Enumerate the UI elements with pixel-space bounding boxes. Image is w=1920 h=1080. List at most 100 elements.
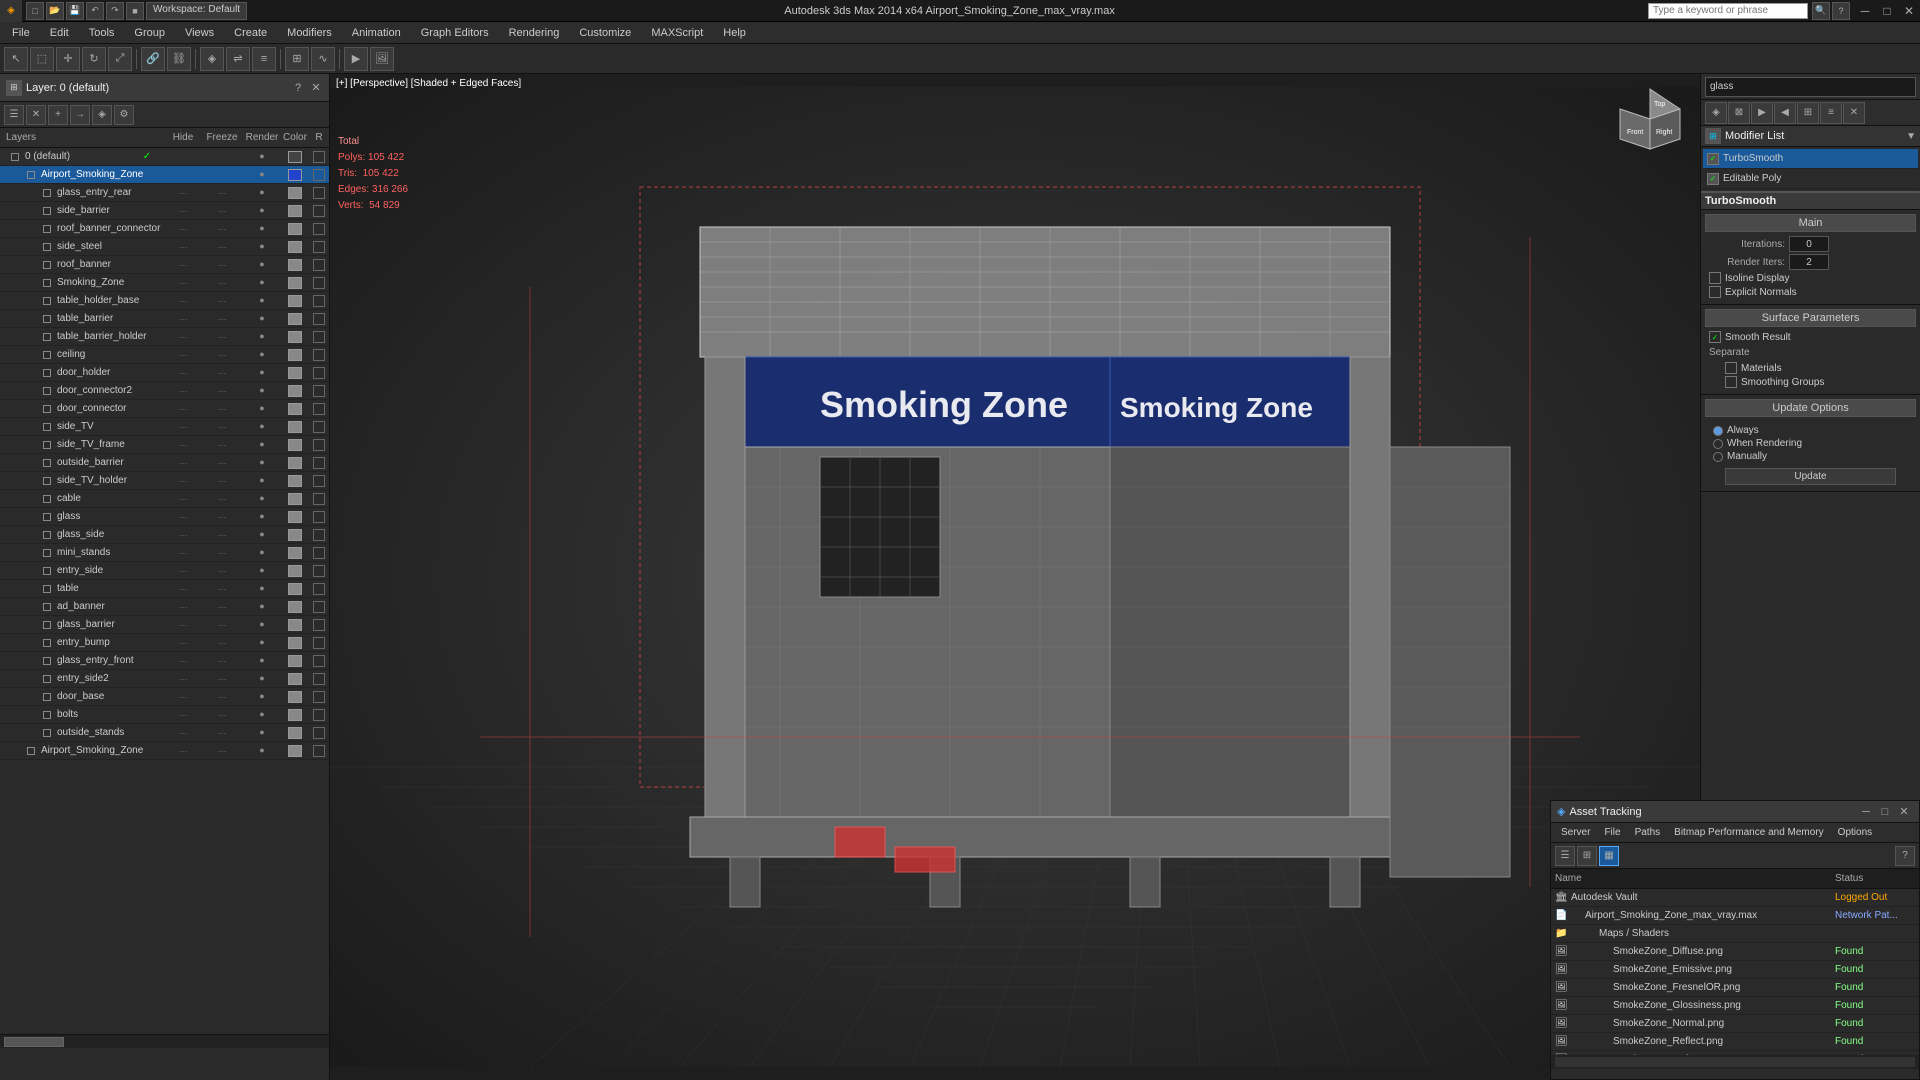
modifier-editable-poly-check[interactable]: ✓	[1707, 173, 1719, 185]
smooth-result-row[interactable]: ✓ Smooth Result	[1709, 331, 1912, 343]
layer-color-col[interactable]	[281, 205, 309, 217]
layer-color-col[interactable]	[281, 565, 309, 577]
search-btn[interactable]: 🔍	[1812, 2, 1830, 20]
layer-item[interactable]: door_base------●	[0, 688, 329, 706]
rp-search-input[interactable]	[1705, 77, 1916, 97]
layer-color-col[interactable]	[281, 727, 309, 739]
layer-r-col[interactable]	[309, 151, 329, 163]
at-tb-btn-2[interactable]: ⊞	[1577, 846, 1597, 866]
redo-btn[interactable]: ↷	[106, 2, 124, 20]
layer-r-col[interactable]	[309, 745, 329, 757]
layer-r-col[interactable]	[309, 205, 329, 217]
at-tb-btn-1[interactable]: ☰	[1555, 846, 1575, 866]
at-list-item[interactable]: 📁Maps / Shaders	[1551, 925, 1919, 943]
layer-color-col[interactable]	[281, 403, 309, 415]
layer-color-col[interactable]	[281, 457, 309, 469]
layer-r-col[interactable]	[309, 223, 329, 235]
smoothing-groups-row[interactable]: Smoothing Groups	[1709, 376, 1912, 388]
rp-icon-5[interactable]: ⊞	[1797, 102, 1819, 124]
layers-delete-btn[interactable]: ✕	[26, 105, 46, 125]
menu-rendering[interactable]: Rendering	[501, 25, 568, 41]
layer-r-col[interactable]	[309, 709, 329, 721]
layer-item[interactable]: side_barrier------●	[0, 202, 329, 220]
layer-r-col[interactable]	[309, 169, 329, 181]
menu-modifiers[interactable]: Modifiers	[279, 25, 340, 41]
layer-color-col[interactable]	[281, 601, 309, 613]
rp-icon-6[interactable]: ≡	[1820, 102, 1842, 124]
layer-item[interactable]: glass_entry_rear------●	[0, 184, 329, 202]
menu-file[interactable]: File	[4, 25, 38, 41]
layer-color-col[interactable]	[281, 709, 309, 721]
layer-manager-btn[interactable]: ⊞	[285, 47, 309, 71]
at-bottom-scrollbar[interactable]	[1551, 1055, 1919, 1069]
layers-add-btn[interactable]: +	[48, 105, 68, 125]
layer-r-col[interactable]	[309, 673, 329, 685]
layer-r-col[interactable]	[309, 655, 329, 667]
layer-item[interactable]: side_TV_frame------●	[0, 436, 329, 454]
layer-item[interactable]: cable------●	[0, 490, 329, 508]
at-list-item[interactable]: 🖼SmokeZone_Emissive.pngFound	[1551, 961, 1919, 979]
layer-r-col[interactable]	[309, 511, 329, 523]
at-list-item[interactable]: 🖼SmokeZone_Diffuse.pngFound	[1551, 943, 1919, 961]
layer-r-col[interactable]	[309, 277, 329, 289]
update-button[interactable]: Update	[1725, 468, 1896, 485]
layer-color-col[interactable]	[281, 151, 309, 163]
layer-item[interactable]: ceiling------●	[0, 346, 329, 364]
layer-r-col[interactable]	[309, 547, 329, 559]
layer-color-col[interactable]	[281, 529, 309, 541]
layer-r-col[interactable]	[309, 385, 329, 397]
at-menu-server[interactable]: Server	[1555, 825, 1596, 840]
at-tb-help[interactable]: ?	[1895, 846, 1915, 866]
open-btn[interactable]: 📂	[46, 2, 64, 20]
layer-color-col[interactable]	[281, 421, 309, 433]
render-frame-btn[interactable]: 🖼	[370, 47, 394, 71]
smoothing-groups-checkbox[interactable]	[1725, 376, 1737, 388]
layer-r-col[interactable]	[309, 295, 329, 307]
layer-item[interactable]: roof_banner_connector------●	[0, 220, 329, 238]
layer-r-col[interactable]	[309, 439, 329, 451]
rp-icon-1[interactable]: ◈	[1705, 102, 1727, 124]
layer-r-col[interactable]	[309, 457, 329, 469]
isoline-display-checkbox[interactable]	[1709, 272, 1721, 284]
search-box[interactable]	[1648, 3, 1808, 19]
render-setup-btn[interactable]: ■	[126, 2, 144, 20]
layer-item[interactable]: door_connector2------●	[0, 382, 329, 400]
at-list-item[interactable]: 🖼SmokeZone_Refract.pngFound	[1551, 1051, 1919, 1055]
layer-r-col[interactable]	[309, 493, 329, 505]
at-restore-btn[interactable]: □	[1876, 803, 1894, 821]
layers-scroll-thumb[interactable]	[4, 1037, 64, 1047]
isoline-display-row[interactable]: Isoline Display	[1709, 272, 1912, 284]
layer-r-col[interactable]	[309, 349, 329, 361]
layer-item[interactable]: mini_stands------●	[0, 544, 329, 562]
at-list-item[interactable]: 🖼SmokeZone_FresnelOR.pngFound	[1551, 979, 1919, 997]
layer-color-col[interactable]	[281, 259, 309, 271]
undo-btn[interactable]: ↶	[86, 2, 104, 20]
layers-select-btn[interactable]: ◈	[92, 105, 112, 125]
modifier-editable-poly[interactable]: ✓ Editable Poly	[1703, 169, 1918, 189]
layer-color-col[interactable]	[281, 367, 309, 379]
materials-row[interactable]: Materials	[1709, 362, 1912, 374]
layer-r-col[interactable]	[309, 619, 329, 631]
layer-item[interactable]: door_holder------●	[0, 364, 329, 382]
layer-r-col[interactable]	[309, 565, 329, 577]
layer-color-col[interactable]	[281, 385, 309, 397]
hierarchy-btn[interactable]: ◈	[200, 47, 224, 71]
menu-graph-editors[interactable]: Graph Editors	[413, 25, 497, 41]
at-list-item[interactable]: 🏛Autodesk VaultLogged Out	[1551, 889, 1919, 907]
save-btn[interactable]: 💾	[66, 2, 84, 20]
layer-color-col[interactable]	[281, 619, 309, 631]
at-minimize-btn[interactable]: ─	[1857, 803, 1875, 821]
layer-color-col[interactable]	[281, 295, 309, 307]
align-btn[interactable]: ≡	[252, 47, 276, 71]
layer-color-col[interactable]	[281, 349, 309, 361]
at-list-item[interactable]: 🖼SmokeZone_Glossiness.pngFound	[1551, 997, 1919, 1015]
rp-icon-3[interactable]: ▶	[1751, 102, 1773, 124]
always-radio[interactable]: Always	[1713, 425, 1908, 436]
at-menu-bitmap[interactable]: Bitmap Performance and Memory	[1668, 825, 1830, 840]
layer-r-col[interactable]	[309, 259, 329, 271]
at-menu-options[interactable]: Options	[1832, 825, 1878, 840]
layer-color-col[interactable]	[281, 673, 309, 685]
manually-radio-btn[interactable]	[1713, 452, 1723, 462]
layer-color-col[interactable]	[281, 313, 309, 325]
layer-item[interactable]: bolts------●	[0, 706, 329, 724]
